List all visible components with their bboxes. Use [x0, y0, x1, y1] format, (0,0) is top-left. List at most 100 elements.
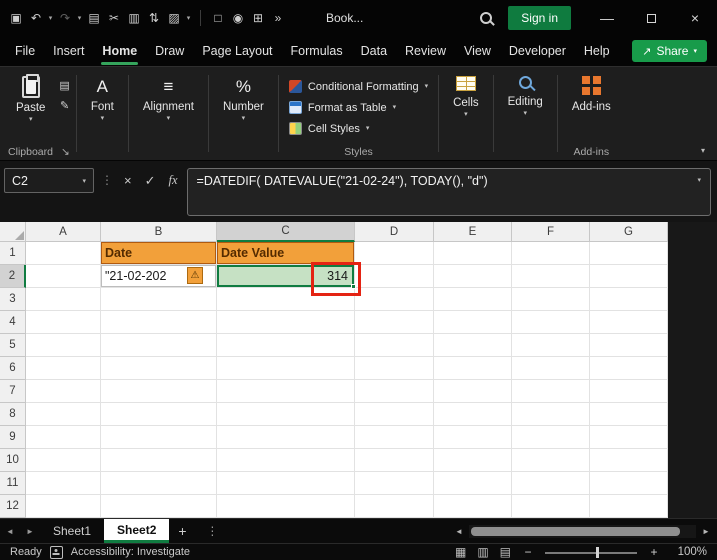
format-painter-icon[interactable]: ✎: [59, 99, 69, 114]
qat-overflow-icon[interactable]: »: [268, 11, 288, 25]
grid-cell[interactable]: [355, 265, 434, 288]
cell-styles-button[interactable]: Cell Styles ▾: [285, 119, 373, 138]
tab-overflow-icon[interactable]: ⋮: [203, 519, 221, 543]
scrollbar-track[interactable]: [469, 524, 696, 538]
column-header-a[interactable]: A: [26, 222, 101, 242]
grid-cell[interactable]: [101, 403, 217, 426]
grid-cell[interactable]: [434, 288, 512, 311]
insert-function-icon[interactable]: fx: [165, 168, 182, 193]
grid-cell[interactable]: [101, 334, 217, 357]
row-header-4[interactable]: 4: [0, 311, 26, 334]
grid-cell[interactable]: [512, 380, 590, 403]
cut-icon[interactable]: ✂: [104, 11, 124, 25]
sort-icon[interactable]: ⇅: [144, 11, 164, 25]
copy-icon[interactable]: ▤: [84, 11, 104, 25]
grid-cell[interactable]: [434, 311, 512, 334]
grid-cell[interactable]: [512, 449, 590, 472]
grid-cell[interactable]: [355, 472, 434, 495]
formula-input[interactable]: =DATEDIF( DATEVALUE("21-02-24"), TODAY()…: [186, 168, 711, 216]
collapse-ribbon-icon[interactable]: ▾: [701, 146, 705, 155]
row-header-5[interactable]: 5: [0, 334, 26, 357]
grid-cell[interactable]: [590, 449, 668, 472]
grid-cell[interactable]: [512, 472, 590, 495]
grid-cell[interactable]: [590, 265, 668, 288]
tab-insert[interactable]: Insert: [44, 36, 93, 66]
undo-icon[interactable]: ↶: [26, 11, 46, 25]
grid-cell[interactable]: [217, 495, 355, 518]
grid-cell[interactable]: [26, 380, 101, 403]
sheet-nav-left-icon[interactable]: ◄: [0, 519, 20, 543]
grid-cell[interactable]: [101, 311, 217, 334]
redo-icon[interactable]: ↷: [55, 11, 75, 25]
formula-bar-grip-icon[interactable]: ⋮: [99, 168, 115, 193]
grid-cell[interactable]: [590, 495, 668, 518]
grid-cell[interactable]: [434, 403, 512, 426]
addins-button[interactable]: Add-ins: [564, 73, 619, 113]
grid-cell[interactable]: [217, 449, 355, 472]
qat-more-icon[interactable]: ▾: [184, 14, 193, 22]
grid-cell[interactable]: [26, 265, 101, 288]
row-header-3[interactable]: 3: [0, 288, 26, 311]
clipboard-dialog-launcher-icon[interactable]: ↘: [61, 146, 70, 158]
grid-cell[interactable]: [26, 357, 101, 380]
grid-cell[interactable]: [434, 495, 512, 518]
cancel-icon[interactable]: ×: [120, 168, 136, 193]
grid-cell[interactable]: [217, 311, 355, 334]
zoom-slider[interactable]: [545, 546, 637, 559]
row-header-7[interactable]: 7: [0, 380, 26, 403]
document-icon[interactable]: □: [208, 11, 228, 25]
grid-cell[interactable]: [434, 449, 512, 472]
font-button[interactable]: A Font ▾: [83, 73, 122, 122]
grid-cell[interactable]: [512, 403, 590, 426]
save-icon[interactable]: ▣: [6, 11, 26, 25]
cells-button[interactable]: Cells ▾: [445, 73, 487, 118]
grid-cell[interactable]: [355, 334, 434, 357]
sheet-tab-sheet1[interactable]: Sheet1: [40, 519, 104, 543]
grid-cell[interactable]: [355, 403, 434, 426]
tab-home[interactable]: Home: [93, 36, 146, 66]
grid-cell[interactable]: [512, 426, 590, 449]
zoom-level[interactable]: 100%: [671, 546, 707, 558]
grid-cell[interactable]: [434, 380, 512, 403]
tab-developer[interactable]: Developer: [500, 36, 575, 66]
grid-cell[interactable]: [434, 426, 512, 449]
grid-cell[interactable]: [26, 242, 101, 265]
row-header-2[interactable]: 2: [0, 265, 26, 288]
grid-cell[interactable]: [26, 426, 101, 449]
chart-icon[interactable]: ▥: [124, 11, 144, 25]
number-button[interactable]: % Number ▾: [215, 73, 272, 122]
zoom-in-button[interactable]: +: [648, 545, 660, 559]
row-header-12[interactable]: 12: [0, 495, 26, 518]
grid-cell[interactable]: [434, 265, 512, 288]
grid-cell[interactable]: [217, 426, 355, 449]
sheet-nav-right-icon[interactable]: ►: [20, 519, 40, 543]
grid-cell[interactable]: [101, 426, 217, 449]
tab-draw[interactable]: Draw: [146, 36, 193, 66]
editing-button[interactable]: Editing ▾: [500, 73, 551, 117]
scroll-right-icon[interactable]: ►: [698, 527, 714, 536]
grid-cell[interactable]: [512, 495, 590, 518]
borders-icon[interactable]: ⊞: [248, 11, 268, 25]
grid-cell[interactable]: [355, 426, 434, 449]
select-all-corner[interactable]: [0, 222, 26, 242]
conditional-formatting-button[interactable]: Conditional Formatting ▾: [285, 77, 432, 96]
grid-cell[interactable]: [434, 242, 512, 265]
cell-B1[interactable]: Date: [101, 242, 217, 265]
grid-cell[interactable]: [101, 449, 217, 472]
format-as-table-button[interactable]: Format as Table ▾: [285, 98, 400, 117]
row-header-8[interactable]: 8: [0, 403, 26, 426]
column-header-e[interactable]: E: [434, 222, 512, 242]
formula-bar-expand-icon[interactable]: ▾: [697, 176, 701, 184]
tab-page-layout[interactable]: Page Layout: [193, 36, 281, 66]
maximize-button[interactable]: [629, 0, 673, 36]
grid-cell[interactable]: [217, 403, 355, 426]
grid-cell[interactable]: [26, 449, 101, 472]
tab-formulas[interactable]: Formulas: [282, 36, 352, 66]
alignment-button[interactable]: ≡ Alignment ▾: [135, 73, 202, 122]
zoom-out-button[interactable]: −: [522, 545, 534, 559]
row-header-11[interactable]: 11: [0, 472, 26, 495]
grid-cell[interactable]: [590, 288, 668, 311]
sheet-tab-sheet2[interactable]: Sheet2: [104, 519, 170, 543]
fill-color-icon[interactable]: ▨: [164, 11, 184, 25]
grid-cell[interactable]: [355, 495, 434, 518]
